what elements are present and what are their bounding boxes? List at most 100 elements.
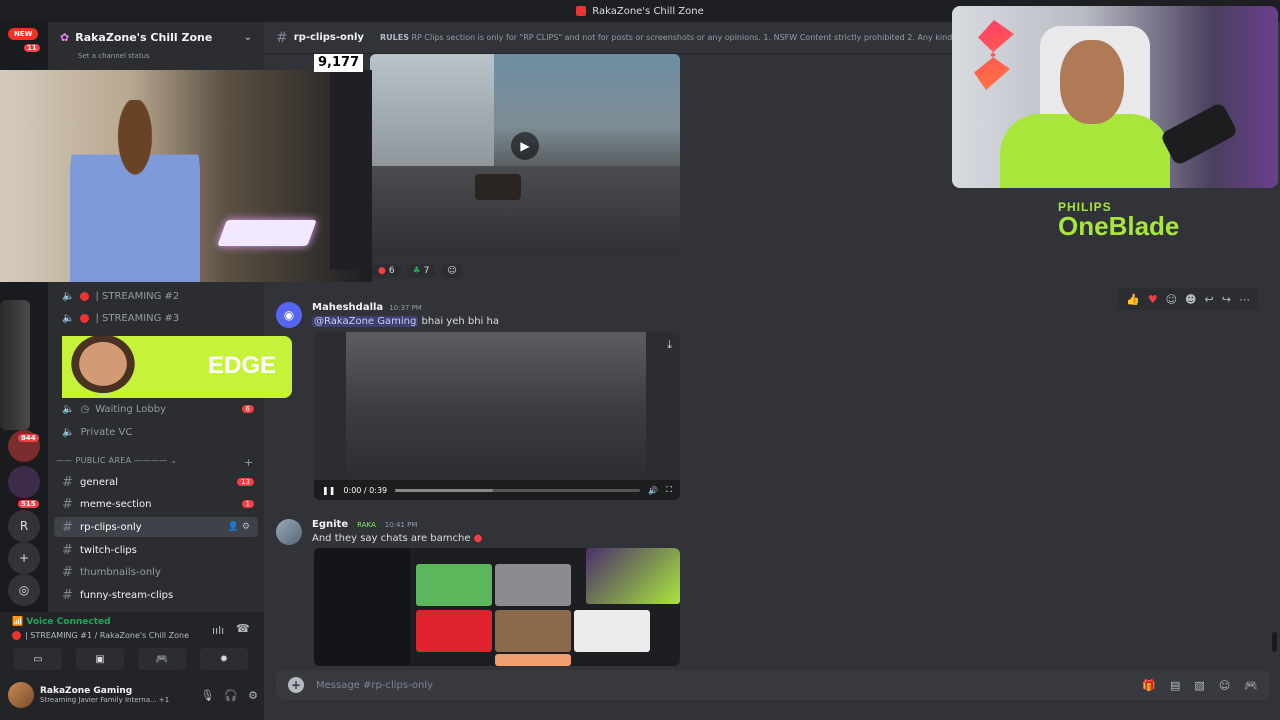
screenshot-tile xyxy=(495,564,571,606)
sticker-icon[interactable]: ▧ xyxy=(1194,679,1204,692)
chat-scrollbar[interactable] xyxy=(1272,632,1277,652)
microphone-icon[interactable]: 🎙 xyxy=(200,689,214,702)
emoji-icon[interactable]: ☺ xyxy=(1219,679,1230,692)
video-frame-building xyxy=(370,54,494,176)
add-member-icon[interactable]: 👤 ⚙ xyxy=(228,522,250,532)
role-tag: RAKA xyxy=(354,521,379,529)
reply-icon[interactable]: ↩ xyxy=(1205,293,1214,306)
user-activity: Streaming Javier Family Interna... +1 xyxy=(40,696,170,704)
channel-general[interactable]: # general 13 xyxy=(54,472,262,492)
headphones-icon[interactable]: 🎧 xyxy=(224,689,238,702)
server-badge: 515 xyxy=(18,500,39,508)
voice-connected-status[interactable]: 📶 Voice Connected xyxy=(12,617,111,627)
play-icon[interactable]: ▶ xyxy=(511,131,539,160)
screenshot-tile xyxy=(574,610,650,652)
signal-icon: 📶 xyxy=(12,617,24,627)
hash-icon: # xyxy=(62,519,73,535)
add-attachment-icon[interactable]: + xyxy=(288,677,304,693)
voice-channel-streaming-2[interactable]: 🔈 | STREAMING #2 xyxy=(54,286,262,306)
channel-name: rp-clips-only xyxy=(293,32,364,43)
message-composer[interactable]: + Message #rp-clips-only 🎁 ▤ ▧ ☺ 🎮 xyxy=(276,670,1270,700)
gamepad-icon: 🎮 xyxy=(155,653,169,665)
gif-icon[interactable]: ▤ xyxy=(1170,679,1180,692)
volume-icon[interactable]: 🔊 xyxy=(648,486,658,495)
channel-twitch-clips[interactable]: # twitch-clips xyxy=(54,540,262,560)
voice-channel-link[interactable]: | STREAMING #1 / RakaZone's Chill Zone xyxy=(12,631,189,640)
voice-channel-private-vc[interactable]: 🔈 Private VC xyxy=(54,422,262,442)
video-time: 0:00 / 0:39 xyxy=(343,485,388,495)
video-embed-clip-2[interactable]: ⤓ ❚❚ 0:00 / 0:39 🔊 ⛶ xyxy=(314,332,680,500)
video-embed-gta-clip[interactable]: ▶ xyxy=(370,54,680,257)
hash-icon: # xyxy=(62,587,73,603)
speaker-icon: 🔈 xyxy=(62,290,75,302)
emoji-face-icon[interactable]: ☺ xyxy=(1166,293,1177,306)
video-seek-fill xyxy=(395,488,494,492)
channel-funny-stream-clips[interactable]: # funny-stream-clips xyxy=(54,585,262,605)
message: ◉ Maheshdalla 10:37 PM @RakaZone Gaming … xyxy=(276,302,499,328)
message-input[interactable]: Message #rp-clips-only xyxy=(316,680,433,691)
forward-icon[interactable]: ↪ xyxy=(1222,293,1231,306)
message-author[interactable]: Maheshdalla xyxy=(312,302,383,313)
pause-icon[interactable]: ❚❚ xyxy=(322,486,335,495)
noise-suppression-icon[interactable]: ıılı xyxy=(212,624,224,637)
live-dot-icon xyxy=(80,291,90,301)
fullscreen-icon[interactable]: ⛶ xyxy=(666,485,672,495)
reactions-row: ● 6 ♣ 7 ☺ xyxy=(372,264,463,278)
add-server-button[interactable]: + xyxy=(8,542,40,574)
message-author[interactable]: Egnite xyxy=(312,519,348,530)
channel-topic[interactable]: RULES RP Clips section is only for "RP C… xyxy=(380,33,963,42)
hash-icon: # xyxy=(62,564,73,580)
activity-button[interactable]: 🎮 xyxy=(138,648,186,670)
screenshare-button[interactable]: ▣ xyxy=(76,648,124,670)
gamepad-icon[interactable]: 🎮 xyxy=(1244,679,1258,692)
hash-icon: # xyxy=(62,542,73,558)
avatar[interactable] xyxy=(8,682,34,708)
speaker-icon: 🔈 xyxy=(62,312,75,324)
avatar[interactable]: ◉ xyxy=(276,302,302,328)
more-icon[interactable]: ⋯ xyxy=(1239,293,1250,306)
channel-thumbnails-only[interactable]: # thumbnails-only xyxy=(54,562,262,582)
webcam-person xyxy=(70,100,200,282)
channel-status[interactable]: Set a channel status xyxy=(48,52,264,60)
clock-icon: ◷ xyxy=(80,403,90,415)
channel-meme-section[interactable]: # meme-section 1 xyxy=(54,494,262,514)
viewer-count: 9,177 xyxy=(314,54,364,72)
app-logo-icon xyxy=(576,6,587,16)
voice-channel-waiting-lobby[interactable]: 🔈 ◷ Waiting Lobby 6 xyxy=(54,399,262,419)
message: Egnite RAKA 10:41 PM And they say chats … xyxy=(276,519,482,545)
server-header[interactable]: ✿ RakaZone's Chill Zone ⌄ xyxy=(48,22,264,52)
webcam-shirt xyxy=(1000,114,1170,188)
reaction-chip[interactable]: ● 6 xyxy=(372,264,401,278)
camera-button[interactable]: ▭ xyxy=(14,648,62,670)
disconnect-icon[interactable]: ☎ xyxy=(236,622,250,635)
screen-share-icon: ▣ xyxy=(95,653,105,665)
server-r[interactable]: R xyxy=(8,510,40,542)
add-reaction-icon[interactable]: ☻ xyxy=(1185,293,1196,306)
user-mention[interactable]: @RakaZone Gaming xyxy=(312,316,419,327)
thumbs-up-icon[interactable]: 👍 xyxy=(1126,293,1140,306)
screenshot-tile xyxy=(416,564,492,606)
image-attachment-screenshot[interactable] xyxy=(314,548,680,666)
heart-icon[interactable]: ♥ xyxy=(1148,293,1158,306)
reaction-chip[interactable]: ♣ 7 xyxy=(406,264,436,278)
create-channel-icon[interactable]: + xyxy=(244,456,253,469)
voice-channel-streaming-3[interactable]: 🔈 | STREAMING #3 xyxy=(54,308,262,328)
soundboard-button[interactable]: ✸ xyxy=(200,648,248,670)
stream-logo-icon xyxy=(974,20,1014,90)
sponsor-brand: PHILIPS OneBlade xyxy=(1058,200,1180,241)
gift-icon[interactable]: 🎁 xyxy=(1142,679,1156,692)
gear-icon[interactable]: ⚙ xyxy=(248,689,258,702)
download-icon[interactable]: ⤓ xyxy=(667,338,672,352)
hash-icon: # xyxy=(62,474,73,490)
video-seek-bar[interactable] xyxy=(395,488,641,492)
edge-ad-banner: EDGE xyxy=(62,336,292,398)
category-public-area[interactable]: —— PUBLIC AREA ———— ⌄ xyxy=(56,456,177,465)
discover-icon[interactable]: ◎ xyxy=(8,574,40,606)
user-name: RakaZone Gaming xyxy=(40,686,133,696)
add-reaction-button[interactable]: ☺ xyxy=(441,264,463,278)
server-icon[interactable] xyxy=(8,466,40,498)
avatar[interactable] xyxy=(276,519,302,545)
channel-rp-clips-only[interactable]: # rp-clips-only 👤 ⚙ xyxy=(54,517,258,537)
screenshot-tile xyxy=(495,610,571,652)
smiley-icon: ☺ xyxy=(447,266,457,276)
